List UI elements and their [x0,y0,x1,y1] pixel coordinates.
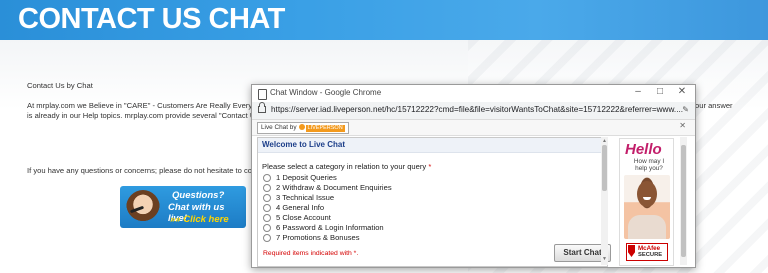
intro-paragraph-line1-tail: our answer [695,101,733,110]
window-titlebar[interactable]: Chat Window - Google Chrome – □ ✕ [252,85,695,102]
scroll-up-icon[interactable]: ▲ [602,138,607,144]
liveperson-badge-text: Live Chat by [261,124,297,131]
agent-shirt [628,215,666,239]
content-heading: Contact Us by Chat [27,81,93,90]
liveperson-badge: Live Chat by LIVEPERSON [257,122,349,134]
lock-icon [258,102,266,113]
liveperson-brand: LIVEPERSON [305,125,345,132]
chat-with-us-button[interactable]: Questions? Chat with us live! »» Click h… [120,186,246,228]
chat-button-line3: »» Click here [170,214,229,225]
ad-hello-text: Hello [625,141,662,158]
required-note: Required items indicated with *. [263,250,359,257]
liveperson-logo-icon [298,124,305,130]
minimize-button[interactable]: – [629,86,647,97]
document-icon [258,89,267,100]
option-label: 4 General Info [276,203,325,212]
scrollbar-thumb[interactable] [602,145,607,191]
questions-paragraph: If you have any questions or concerns; p… [27,166,267,175]
intro-paragraph-line2: is already in our Help topics. mrplay.co… [27,111,262,120]
radio-button[interactable] [263,174,271,182]
welcome-title: Welcome to Live Chat [262,140,345,149]
maximize-button[interactable]: □ [651,86,669,97]
option-label: 7 Promotions & Bonuses [276,233,360,242]
help-ad-panel: Hello How may I help you? McAfee SECURE [619,138,674,266]
ad-subtext: How may I help you? [633,158,665,172]
option-label: 2 Withdraw & Document Enquiries [276,183,392,192]
option-label: 3 Technical Issue [276,193,335,202]
scroll-down-icon[interactable]: ▼ [602,256,607,262]
close-window-button[interactable]: ✕ [673,86,691,97]
option-label: 1 Deposit Queries [276,173,337,182]
radio-button[interactable] [263,234,271,242]
category-prompt: Please select a category in relation to … [262,162,431,171]
form-scrollbar[interactable]: ▲ ▼ [601,137,608,265]
intro-paragraph-line1: At mrplay.com we Believe in "CARE" - Cus… [27,101,269,110]
radio-button[interactable] [263,214,271,222]
radio-button[interactable] [263,224,271,232]
address-bar[interactable]: https://server.iad.liveperson.net/hc/157… [252,102,695,120]
ad-scrollbar[interactable] [680,137,687,265]
liveperson-toolbar: Live Chat by LIVEPERSON ✕ [252,120,695,136]
welcome-header: Welcome to Live Chat [258,138,607,153]
window-title: Chat Window - Google Chrome [270,88,382,97]
mcafee-badge-line1: McAfee [638,245,661,252]
mcafee-badge-line2: SECURE [638,252,663,258]
agent-face [637,181,657,207]
translate-icon[interactable]: ✎ [682,105,689,114]
category-prompt-text: Please select a category in relation to … [262,162,427,171]
shield-icon [628,245,635,257]
ad-scrollbar-thumb[interactable] [681,145,686,257]
radio-button[interactable] [263,184,271,192]
toolbar-close-icon[interactable]: ✕ [679,121,686,130]
required-marker: * [428,162,432,171]
radio-button[interactable] [263,194,271,202]
page-title: CONTACT US CHAT [18,3,285,35]
mcafee-secure-badge: McAfee SECURE [626,243,668,261]
chat-form: Welcome to Live Chat Please select a cat… [257,137,611,267]
option-label: 5 Close Account [276,213,331,222]
chat-button-line1: Questions? [172,190,225,201]
option-label: 6 Password & Login Information [276,223,384,232]
url-text[interactable]: https://server.iad.liveperson.net/hc/157… [271,105,683,114]
chat-popup-window: Chat Window - Google Chrome – □ ✕ https:… [251,84,696,268]
agent-photo [624,175,670,239]
radio-button[interactable] [263,204,271,212]
page-banner: CONTACT US CHAT [0,0,768,40]
